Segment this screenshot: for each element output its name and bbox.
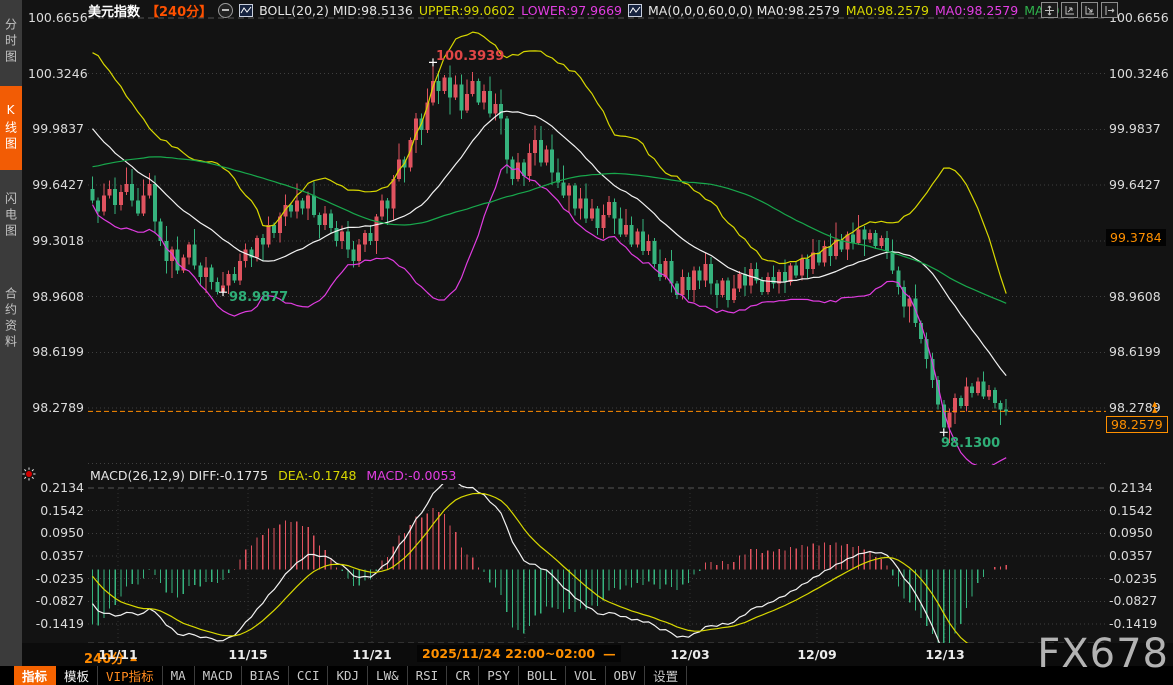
boll-values: BOLL(20,2) MID:98.5136 bbox=[259, 3, 413, 18]
macd-axis-label-left: -0.1419 bbox=[28, 616, 84, 631]
period-badge: 【240分】 bbox=[146, 1, 212, 20]
sidebar: 分时图 K线图 闪电图 合约资料 bbox=[0, 0, 22, 666]
macd-axis-label-left: 0.0950 bbox=[28, 525, 84, 540]
price-axis-label-right: 99.6427 bbox=[1109, 177, 1171, 192]
x-axis-label: 11/15 bbox=[228, 647, 267, 662]
macd-axis-label-right: 0.2134 bbox=[1109, 480, 1171, 495]
price-axis-label-right: 98.6199 bbox=[1109, 344, 1171, 359]
low-price-annotation-2: 98.1300 bbox=[941, 436, 1000, 451]
ma0-magenta-value: MA0:98.2579 bbox=[935, 3, 1018, 18]
x-axis-label: 11/11 bbox=[98, 647, 137, 662]
price-axis-label-left: 98.2789 bbox=[28, 400, 84, 415]
macd-axis-label-right: -0.0827 bbox=[1109, 593, 1171, 608]
sidebar-tab-kline[interactable]: K线图 bbox=[0, 86, 22, 170]
toolbar-item-2[interactable]: VIP指标 bbox=[98, 666, 163, 685]
toolbar-item-4[interactable]: MACD bbox=[195, 666, 242, 685]
move-tool-button[interactable] bbox=[1041, 2, 1058, 18]
indicator-alert-icon[interactable] bbox=[22, 466, 36, 485]
price-axis-label-left: 99.9837 bbox=[28, 121, 84, 136]
price-axis-label-right: 100.6656 bbox=[1109, 10, 1171, 25]
price-axis-label-left: 98.9608 bbox=[28, 289, 84, 304]
toolbar-item-8[interactable]: LW& bbox=[368, 666, 408, 685]
macd-diff-value: MACD(26,12,9) DIFF:-0.1775 bbox=[90, 468, 268, 483]
x-axis-label: 12/03 bbox=[670, 647, 709, 662]
range-dash-icon: — bbox=[603, 646, 616, 661]
pane-expand-button[interactable] bbox=[1101, 2, 1118, 18]
sidebar-tab-timeline[interactable]: 分时图 bbox=[0, 4, 22, 80]
toolbar-item-14[interactable]: OBV bbox=[606, 666, 646, 685]
ma-indicator-icon[interactable] bbox=[628, 4, 642, 17]
price-axis-label-left: 100.3246 bbox=[28, 66, 84, 81]
collapse-icon[interactable] bbox=[218, 3, 233, 18]
sidebar-tab-contract-info[interactable]: 合约资料 bbox=[0, 266, 22, 372]
ma-values: MA(0,0,0,60,0,0) MA0:98.2579 bbox=[648, 3, 840, 18]
crosshair-price-readout: 99.3784 bbox=[1106, 229, 1166, 246]
macd-axis-label-right: 0.1542 bbox=[1109, 503, 1171, 518]
price-axis-label-left: 99.6427 bbox=[28, 177, 84, 192]
macd-axis-label-left: -0.0235 bbox=[28, 571, 84, 586]
price-axis-label-right: 100.3246 bbox=[1109, 66, 1171, 81]
window-tools bbox=[1041, 2, 1118, 18]
boll-indicator-icon[interactable] bbox=[239, 4, 253, 17]
toolbar-item-13[interactable]: VOL bbox=[566, 666, 606, 685]
boll-upper-value: UPPER:99.0602 bbox=[419, 3, 515, 18]
price-up-arrows-icon: ▲ ▲ bbox=[1152, 401, 1157, 413]
price-axis-label-left: 99.3018 bbox=[28, 233, 84, 248]
x-axis-label: 12/09 bbox=[797, 647, 836, 662]
price-axis-label-left: 98.6199 bbox=[28, 344, 84, 359]
chart-canvas[interactable] bbox=[0, 0, 1173, 685]
toolbar-item-1[interactable]: 模板 bbox=[56, 666, 98, 685]
macd-dea-value: DEA:-0.1748 bbox=[278, 468, 356, 483]
macd-axis-label-right: 0.0357 bbox=[1109, 548, 1171, 563]
low-price-annotation-1: 98.9877 bbox=[229, 290, 288, 305]
indicator-toolbar: 指标模板VIP指标MAMACDBIASCCIKDJLW&RSICRPSYBOLL… bbox=[0, 666, 1173, 685]
price-axis-label-left: 100.6656 bbox=[28, 10, 84, 25]
macd-axis-label-left: -0.0827 bbox=[28, 593, 84, 608]
pane-layout-left-button[interactable] bbox=[1061, 2, 1078, 18]
high-price-annotation: 100.3939 bbox=[436, 49, 504, 64]
price-axis-label-right: 99.9837 bbox=[1109, 121, 1171, 136]
toolbar-item-3[interactable]: MA bbox=[163, 666, 195, 685]
macd-axis-label-right: -0.1419 bbox=[1109, 616, 1171, 631]
title-bar: 美元指数 【240分】 BOLL(20,2) MID:98.5136 UPPER… bbox=[88, 2, 1072, 18]
macd-axis-label-left: 0.1542 bbox=[28, 503, 84, 518]
toolbar-item-12[interactable]: BOLL bbox=[519, 666, 566, 685]
toolbar-item-10[interactable]: CR bbox=[447, 666, 479, 685]
macd-axis-label-left: 0.2134 bbox=[28, 480, 84, 495]
toolbar-item-0[interactable]: 指标 bbox=[14, 666, 56, 685]
price-axis-label-right: 98.9608 bbox=[1109, 289, 1171, 304]
toolbar-item-15[interactable]: 设置 bbox=[645, 666, 687, 685]
macd-axis-label-right: 0.0950 bbox=[1109, 525, 1171, 540]
selected-bar-time-range: 2025/11/24 22:00~02:00 — bbox=[417, 645, 621, 662]
x-axis-label: 12/13 bbox=[925, 647, 964, 662]
macd-header: MACD(26,12,9) DIFF:-0.1775 DEA:-0.1748 M… bbox=[90, 468, 456, 483]
toolbar-item-11[interactable]: PSY bbox=[479, 666, 519, 685]
macd-axis-label-left: 0.0357 bbox=[28, 548, 84, 563]
macd-value: MACD:-0.0053 bbox=[366, 468, 456, 483]
macd-axis-label-right: -0.0235 bbox=[1109, 571, 1171, 586]
last-price-readout: 98.2579 bbox=[1106, 416, 1168, 433]
ma0-yellow-value: MA0:98.2579 bbox=[846, 3, 929, 18]
toolbar-item-9[interactable]: RSI bbox=[408, 666, 448, 685]
price-axis-label-right: 98.2789 bbox=[1109, 400, 1171, 415]
boll-lower-value: LOWER:97.9669 bbox=[521, 3, 622, 18]
toolbar-item-7[interactable]: KDJ bbox=[328, 666, 368, 685]
symbol-name: 美元指数 bbox=[88, 1, 140, 20]
toolbar-item-5[interactable]: BIAS bbox=[242, 666, 289, 685]
sidebar-tab-lightning[interactable]: 闪电图 bbox=[0, 176, 22, 256]
pane-layout-right-button[interactable] bbox=[1081, 2, 1098, 18]
x-axis-label: 11/21 bbox=[352, 647, 391, 662]
toolbar-item-6[interactable]: CCI bbox=[289, 666, 329, 685]
watermark: FX678 bbox=[1037, 634, 1169, 674]
chart-window: 分时图 K线图 闪电图 合约资料 美元指数 【240分】 BOLL(20,2) … bbox=[0, 0, 1173, 685]
